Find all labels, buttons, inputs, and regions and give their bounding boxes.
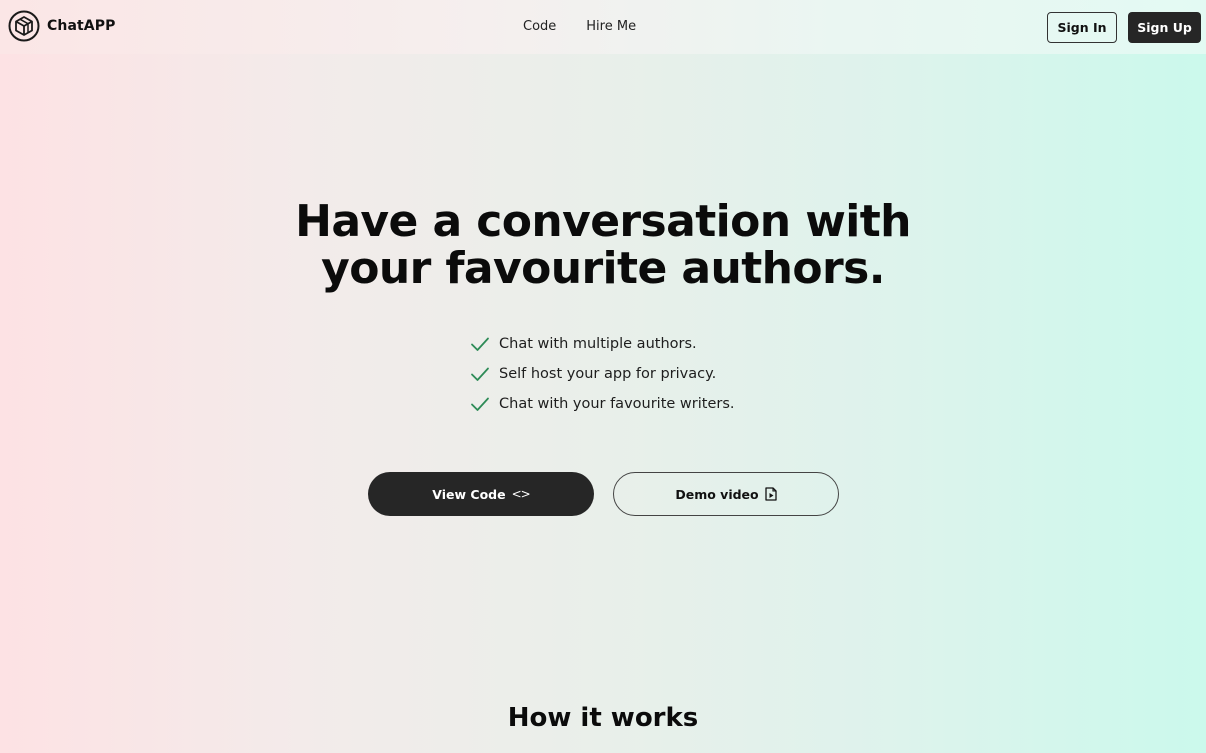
check-icon [471, 367, 489, 381]
nav-link-hire-me[interactable]: Hire Me [586, 19, 636, 34]
hero-title-line-2: your favourite authors. [321, 243, 885, 294]
brand-name: ChatAPP [47, 18, 116, 34]
nav-links: Code Hire Me [523, 19, 636, 34]
code-icon: <> [511, 487, 531, 501]
feature-item: Self host your app for privacy. [470, 359, 735, 389]
video-file-icon [764, 487, 777, 501]
feature-text: Chat with your favourite writers. [499, 396, 735, 412]
sign-in-button[interactable]: Sign In [1047, 12, 1117, 43]
sign-up-button[interactable]: Sign Up [1128, 12, 1201, 43]
hero-title-line-1: Have a conversation with [295, 196, 911, 247]
navbar: ChatAPP Code Hire Me Sign In Sign Up [0, 0, 1206, 54]
check-icon [471, 337, 489, 351]
view-code-button[interactable]: View Code <> [368, 472, 594, 516]
check-icon [471, 397, 489, 411]
feature-list: Chat with multiple authors. Self host yo… [470, 329, 735, 419]
auth-buttons: Sign In Sign Up [1047, 12, 1201, 43]
demo-video-button[interactable]: Demo video [613, 472, 839, 516]
view-code-label: View Code [432, 486, 506, 502]
feature-item: Chat with multiple authors. [470, 329, 735, 359]
brand[interactable]: ChatAPP [8, 10, 115, 42]
demo-video-label: Demo video [675, 486, 759, 502]
how-it-works-title: How it works [507, 703, 699, 733]
feature-item: Chat with your favourite writers. [470, 389, 735, 419]
cta-row: View Code <> Demo video [368, 472, 839, 516]
cube-logo-icon [8, 10, 40, 42]
hero-title: Have a conversation with your favourite … [0, 198, 1206, 292]
nav-link-code[interactable]: Code [523, 19, 556, 34]
feature-text: Self host your app for privacy. [499, 366, 717, 382]
feature-text: Chat with multiple authors. [499, 336, 697, 352]
